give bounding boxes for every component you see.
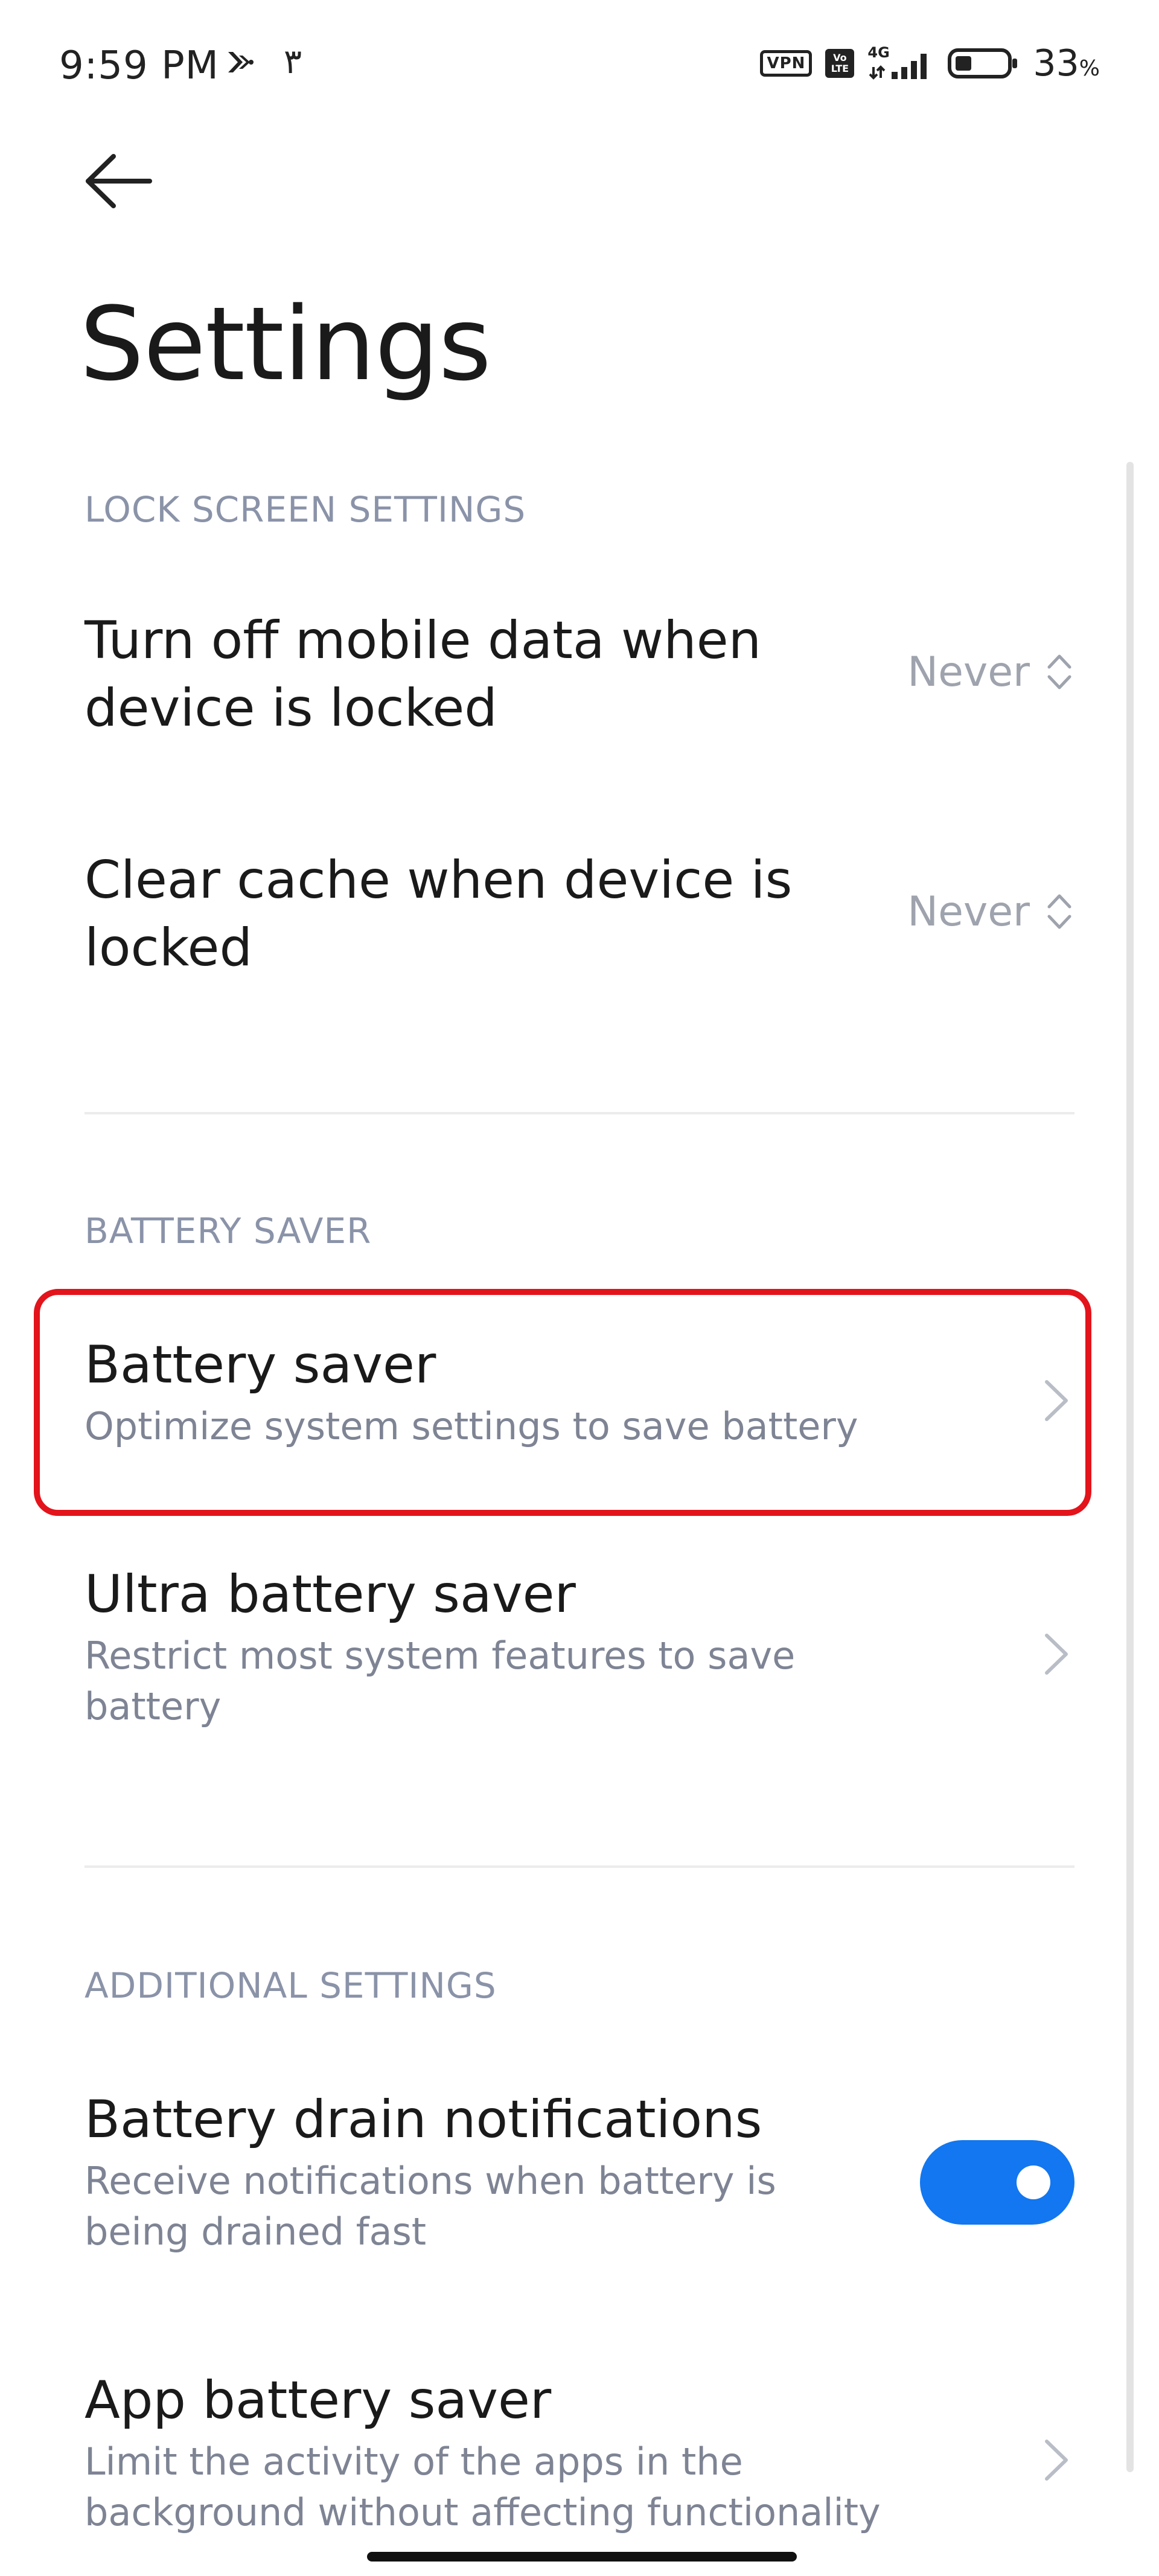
status-digit: ٣ (284, 42, 302, 81)
section-divider (85, 1865, 1074, 1868)
setting-mobile-data-locked[interactable]: Turn off mobile data when device is lock… (85, 607, 1074, 758)
section-header-battery-saver: BATTERY SAVER (85, 1210, 372, 1251)
app-notification-icon (228, 52, 254, 72)
page-title: Settings (80, 285, 491, 403)
setting-value: Never (907, 648, 1030, 696)
setting-subtitle: Restrict most system features to save ba… (85, 1631, 1074, 1732)
up-down-chevron-icon (1047, 894, 1071, 929)
setting-subtitle-line2: being drained fast (85, 2210, 427, 2254)
setting-subtitle: Limit the activity of the apps in the ba… (85, 2437, 1074, 2538)
status-time: 9:59 PM (59, 43, 219, 88)
chevron-right-icon (1045, 1634, 1068, 1675)
setting-subtitle-line2: battery (85, 1684, 222, 1728)
setting-title: Battery saver (85, 1335, 436, 1395)
settings-screen: 9:59 PM ٣ VPN Vo LTE 4G 33% Settings LOC… (0, 0, 1159, 2576)
status-icons: VPN Vo LTE 4G 33% (760, 42, 1100, 85)
scrollbar[interactable] (1126, 462, 1134, 2472)
setting-battery-saver[interactable]: Battery saver Optimize system settings t… (85, 1331, 1074, 1482)
setting-ultra-battery-saver[interactable]: Ultra battery saver Restrict most system… (85, 1561, 1074, 1742)
setting-value: Never (907, 887, 1030, 936)
up-down-chevron-icon (1047, 654, 1071, 689)
setting-subtitle-line1: Restrict most system features to save (85, 1634, 796, 1678)
chevron-right-icon (1045, 1380, 1068, 1421)
back-arrow-icon[interactable] (78, 148, 157, 214)
volte-top-label: Vo (833, 52, 847, 63)
section-header-lock-screen: LOCK SCREEN SETTINGS (85, 489, 526, 530)
volte-bottom-label: LTE (831, 63, 849, 74)
battery-icon (948, 48, 1018, 78)
battery-drain-toggle[interactable] (920, 2140, 1074, 2225)
battery-percent-value: 33 (1033, 42, 1079, 85)
setting-subtitle-line1: Limit the activity of the apps in the (85, 2440, 743, 2484)
battery-percent: 33% (1033, 42, 1100, 85)
setting-title: Ultra battery saver (85, 1564, 576, 1625)
setting-subtitle-line2: background without affecting functionali… (85, 2490, 881, 2534)
section-divider (85, 1112, 1074, 1114)
chevron-right-icon (1045, 2440, 1068, 2481)
home-indicator[interactable] (367, 2552, 797, 2562)
setting-clear-cache-locked[interactable]: Clear cache when device is locked Never (85, 846, 1074, 997)
vpn-icon: VPN (760, 50, 813, 77)
value-picker[interactable]: Never (907, 648, 1074, 696)
section-header-additional: ADDITIONAL SETTINGS (85, 1965, 497, 2006)
signal-icon: 4G (867, 44, 934, 81)
status-bar: 9:59 PM ٣ VPN Vo LTE 4G 33% (0, 0, 1159, 121)
toggle-knob (1017, 2165, 1050, 2199)
volte-icon: Vo LTE (825, 49, 855, 78)
setting-title: Battery drain notifications (85, 2089, 762, 2150)
setting-title: App battery saver (85, 2370, 552, 2431)
setting-battery-drain-notifications[interactable]: Battery drain notifications Receive noti… (85, 2086, 1074, 2267)
value-picker[interactable]: Never (907, 887, 1074, 936)
setting-subtitle: Optimize system settings to save battery (85, 1404, 858, 1448)
battery-percent-unit: % (1079, 56, 1100, 81)
setting-app-battery-saver[interactable]: App battery saver Limit the activity of … (85, 2367, 1074, 2548)
